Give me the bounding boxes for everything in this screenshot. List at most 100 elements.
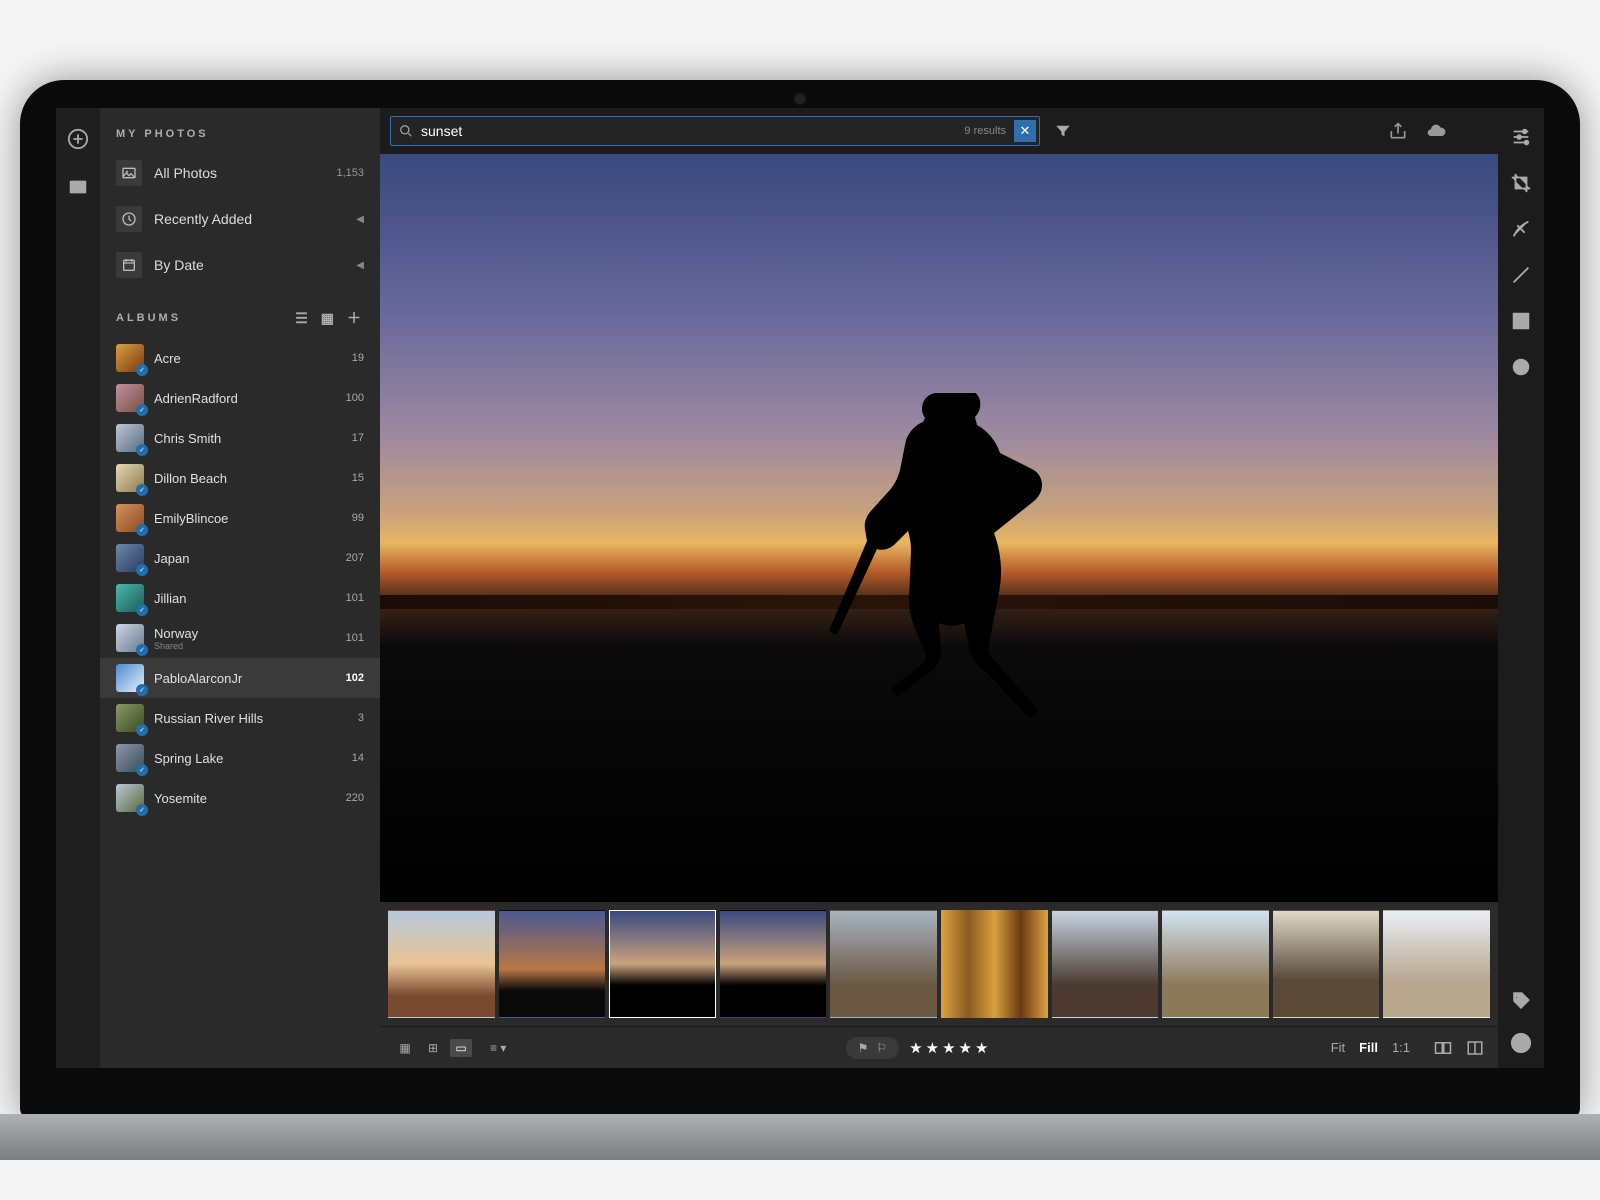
album-item[interactable]: ✓ Japan 207 <box>100 538 380 578</box>
album-thumb: ✓ <box>116 544 144 572</box>
album-thumb: ✓ <box>116 504 144 532</box>
filmstrip-thumb[interactable] <box>830 910 937 1018</box>
album-count: 17 <box>338 432 364 444</box>
album-name: Russian River Hills <box>154 711 328 726</box>
album-count: 100 <box>338 392 364 404</box>
flag-pick-icon: ⚑ <box>858 1041 869 1055</box>
album-item[interactable]: ✓ Acre 19 <box>100 338 380 378</box>
album-item[interactable]: ✓ Chris Smith 17 <box>100 418 380 458</box>
albums-section-title: ALBUMS ☰ ▦ ＋ <box>100 288 380 338</box>
bottom-toolbar: ▦ ⊞ ▭ ≡ ▾ ⚑ ⚐ ★★★★★ Fit Fill 1:1 <box>380 1026 1498 1068</box>
album-thumb: ✓ <box>116 664 144 692</box>
nav-item-recently-added[interactable]: Recently Added ◀ <box>100 196 380 242</box>
library-icon[interactable] <box>67 176 89 198</box>
zoom-fill[interactable]: Fill <box>1359 1040 1378 1055</box>
sync-badge-icon: ✓ <box>136 604 148 616</box>
album-thumb: ✓ <box>116 624 144 652</box>
sync-badge-icon: ✓ <box>136 644 148 656</box>
filmstrip-thumb[interactable] <box>388 910 495 1018</box>
sort-icon[interactable]: ≡ ▾ <box>490 1041 506 1055</box>
album-item[interactable]: ✓ Yosemite 220 <box>100 778 380 818</box>
sync-badge-icon: ✓ <box>136 764 148 776</box>
album-thumb: ✓ <box>116 464 144 492</box>
tag-icon[interactable] <box>1510 990 1532 1012</box>
album-count: 3 <box>338 712 364 724</box>
album-thumb: ✓ <box>116 344 144 372</box>
search-field[interactable]: 9 results ✕ <box>390 116 1040 146</box>
search-input[interactable] <box>421 123 964 139</box>
info-icon[interactable] <box>1510 1032 1532 1054</box>
share-icon[interactable] <box>1388 121 1408 141</box>
radial-gradient-icon[interactable] <box>1510 356 1532 378</box>
view-photogrid-icon[interactable]: ▦ <box>394 1039 416 1057</box>
sync-badge-icon: ✓ <box>136 444 148 456</box>
album-thumb: ✓ <box>116 784 144 812</box>
nav-count: 1,153 <box>336 167 364 179</box>
albums-view-list-icon[interactable]: ☰ <box>295 310 311 327</box>
add-button[interactable] <box>67 128 89 150</box>
image-icon <box>116 160 142 186</box>
zoom-1to1[interactable]: 1:1 <box>1392 1040 1410 1055</box>
clear-search-button[interactable]: ✕ <box>1014 120 1036 142</box>
view-single-icon[interactable]: ▭ <box>450 1039 472 1057</box>
album-name: EmilyBlincoe <box>154 511 328 526</box>
zoom-fit[interactable]: Fit <box>1331 1040 1345 1055</box>
view-squaregrid-icon[interactable]: ⊞ <box>422 1039 444 1057</box>
flag-filter[interactable]: ⚑ ⚐ <box>846 1037 900 1059</box>
filmstrip-thumb[interactable] <box>499 910 606 1018</box>
chevron-left-icon: ◀ <box>356 260 364 271</box>
photo-subject-silhouette <box>829 393 1049 733</box>
nav-item-all-photos[interactable]: All Photos 1,153 <box>100 150 380 196</box>
chevron-left-icon: ◀ <box>356 214 364 225</box>
album-item[interactable]: ✓ Dillon Beach 15 <box>100 458 380 498</box>
photo-viewer[interactable] <box>380 154 1498 902</box>
sync-badge-icon: ✓ <box>136 524 148 536</box>
album-name: AdrienRadford <box>154 391 328 406</box>
crop-icon[interactable] <box>1510 172 1532 194</box>
nav-item-by-date[interactable]: By Date ◀ <box>100 242 380 288</box>
album-count: 14 <box>338 752 364 764</box>
linear-gradient-icon[interactable] <box>1510 310 1532 332</box>
filmstrip-thumb[interactable] <box>720 910 827 1018</box>
filmstrip-thumb[interactable] <box>941 910 1048 1018</box>
album-count: 207 <box>338 552 364 564</box>
album-name: Yosemite <box>154 791 328 806</box>
filmstrip-thumb[interactable] <box>1162 910 1269 1018</box>
sync-badge-icon: ✓ <box>136 724 148 736</box>
rating-stars[interactable]: ★★★★★ <box>909 1039 991 1057</box>
adjust-sliders-icon[interactable] <box>1510 126 1532 148</box>
cloud-icon[interactable] <box>1426 121 1446 141</box>
filmstrip-thumb[interactable] <box>1273 910 1380 1018</box>
album-thumb: ✓ <box>116 584 144 612</box>
album-count: 101 <box>338 592 364 604</box>
filmstrip-thumb[interactable] <box>609 910 716 1018</box>
main-area: 9 results ✕ <box>380 108 1498 1068</box>
brush-icon[interactable] <box>1510 264 1532 286</box>
filmstrip-thumb[interactable] <box>1383 910 1490 1018</box>
album-item[interactable]: ✓ EmilyBlincoe 99 <box>100 498 380 538</box>
album-count: 19 <box>338 352 364 364</box>
album-item[interactable]: ✓ Spring Lake 14 <box>100 738 380 778</box>
album-item[interactable]: ✓ Norway Shared 101 <box>100 618 380 658</box>
album-item[interactable]: ✓ PabloAlarconJr 102 <box>100 658 380 698</box>
album-item[interactable]: ✓ Jillian 101 <box>100 578 380 618</box>
filmstrip-thumb[interactable] <box>1052 910 1159 1018</box>
my-photos-label: MY PHOTOS <box>116 128 209 140</box>
nav-label: Recently Added <box>154 211 344 227</box>
albums-view-grid-icon[interactable]: ▦ <box>321 310 337 327</box>
sync-badge-icon: ✓ <box>136 684 148 696</box>
album-thumb: ✓ <box>116 744 144 772</box>
add-album-icon[interactable]: ＋ <box>347 308 364 328</box>
topbar: 9 results ✕ <box>380 108 1498 154</box>
nav-label: By Date <box>154 257 344 273</box>
album-count: 101 <box>338 632 364 644</box>
compare-icon[interactable] <box>1434 1039 1452 1057</box>
album-item[interactable]: ✓ Russian River Hills 3 <box>100 698 380 738</box>
sync-badge-icon: ✓ <box>136 364 148 376</box>
sync-badge-icon: ✓ <box>136 804 148 816</box>
album-thumb: ✓ <box>116 424 144 452</box>
album-item[interactable]: ✓ AdrienRadford 100 <box>100 378 380 418</box>
healing-brush-icon[interactable] <box>1510 218 1532 240</box>
before-after-icon[interactable] <box>1466 1039 1484 1057</box>
filter-icon[interactable] <box>1054 122 1072 140</box>
